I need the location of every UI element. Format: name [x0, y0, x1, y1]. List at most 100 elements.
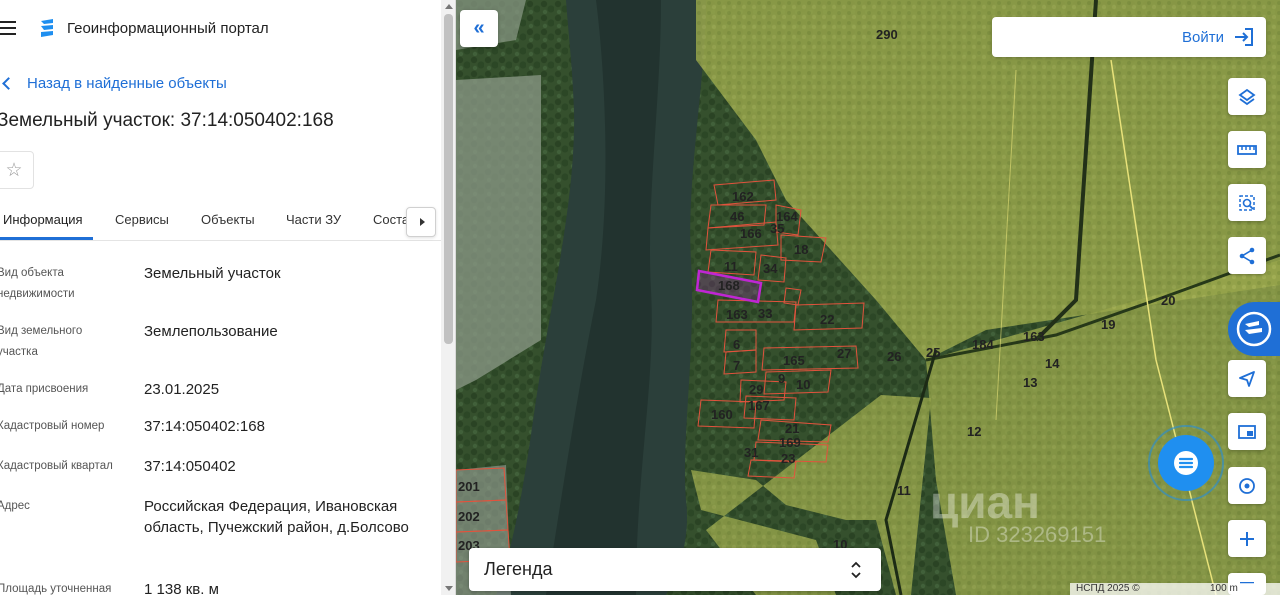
- parcel-label[interactable]: 27: [837, 346, 851, 361]
- scrollbar-thumb[interactable]: [444, 14, 453, 344]
- parcel-label[interactable]: 290: [876, 27, 898, 42]
- parcel-label[interactable]: 26: [887, 349, 901, 364]
- parcel-label[interactable]: 20: [1161, 293, 1175, 308]
- property-label: Вид объекта недвижимости: [0, 267, 75, 300]
- property-value: 23.01.2025: [144, 381, 220, 398]
- tab-objects[interactable]: Объекты: [201, 212, 255, 227]
- tab-services[interactable]: Сервисы: [115, 212, 169, 227]
- parcel-label[interactable]: 19: [1101, 317, 1115, 332]
- parcel-label[interactable]: 166: [740, 226, 762, 241]
- tabs-scroll-right-button[interactable]: [406, 207, 436, 237]
- parcel-label[interactable]: 21: [785, 421, 799, 436]
- scroll-up-icon[interactable]: [445, 4, 453, 9]
- layers-icon: [1238, 88, 1256, 105]
- collapse-panel-button[interactable]: «: [460, 10, 498, 47]
- chevron-right-icon: [419, 218, 425, 226]
- parcel-label[interactable]: 22: [820, 312, 834, 327]
- parcel-label[interactable]: 202: [458, 509, 480, 524]
- parcel-label[interactable]: 167: [748, 398, 770, 413]
- watermark-text: циан: [930, 476, 1040, 528]
- scale-bar: 100 m: [1210, 583, 1238, 594]
- chevron-left-icon: [2, 76, 15, 90]
- parcel-label[interactable]: 18: [794, 242, 808, 257]
- navigate-button[interactable]: [1228, 360, 1266, 397]
- parcel-label[interactable]: 7: [733, 358, 740, 373]
- parcel-label[interactable]: 11: [897, 483, 911, 498]
- parcel-label[interactable]: 10: [796, 377, 810, 392]
- parcel-label[interactable]: 29: [749, 382, 763, 397]
- minimap-icon: [1238, 424, 1256, 439]
- tab-information[interactable]: Информация: [3, 212, 83, 227]
- satellite-map[interactable]: 290 162 46 164 35 166 18 11 34 168 163 3…: [456, 0, 1280, 595]
- parcel-label[interactable]: 163: [1023, 329, 1045, 344]
- parcel-label[interactable]: 13: [1023, 375, 1037, 390]
- parcel-label[interactable]: 160: [711, 407, 733, 422]
- geoportal-logo-icon: [1236, 311, 1272, 347]
- property-label: Кадастровый квартал: [0, 460, 113, 472]
- layers-button[interactable]: [1228, 78, 1266, 115]
- panel-scrollbar[interactable]: [441, 0, 455, 595]
- tab-parts[interactable]: Части ЗУ: [286, 212, 341, 227]
- parcel-label[interactable]: 169: [779, 435, 801, 450]
- attribution-text: НСПД 2025 ©: [1076, 583, 1140, 594]
- parcel-label[interactable]: 12: [967, 424, 981, 439]
- map-attribution: НСПД 2025 © 100 m: [1070, 583, 1280, 595]
- favorite-button[interactable]: ☆: [0, 151, 34, 189]
- active-tab-indicator: [0, 237, 93, 240]
- parcel-label[interactable]: 6: [733, 337, 740, 352]
- map-view[interactable]: 290 162 46 164 35 166 18 11 34 168 163 3…: [456, 0, 1280, 595]
- property-label: Вид земельного участка: [0, 325, 83, 358]
- property-label: Дата присвоения: [0, 383, 89, 395]
- geoportal-widget-button[interactable]: [1228, 302, 1280, 356]
- share-icon: [1239, 247, 1255, 264]
- minimap-button[interactable]: [1228, 413, 1266, 450]
- ruler-icon: [1237, 144, 1257, 155]
- legend-label: Легенда: [484, 559, 553, 579]
- back-to-results-link[interactable]: Назад в найденные объекты: [0, 72, 227, 94]
- parcel-label[interactable]: 168: [718, 278, 740, 293]
- navigate-icon: [1239, 370, 1255, 387]
- star-icon: ☆: [5, 159, 23, 181]
- panel-header: Геоинформационный портал: [0, 14, 441, 44]
- menu-icon[interactable]: [0, 21, 16, 35]
- page-title: Земельный участок: 37:14:050402:168: [0, 110, 334, 131]
- legend-dropdown[interactable]: Легенда: [469, 548, 881, 591]
- tab-bar: Информация Сервисы Объекты Части ЗУ Сост…: [0, 201, 441, 241]
- geolocate-button[interactable]: [1228, 467, 1266, 504]
- scroll-down-icon[interactable]: [445, 586, 453, 591]
- chat-icon: [1174, 451, 1198, 475]
- parcel-label[interactable]: 14: [1045, 356, 1060, 371]
- share-button[interactable]: [1228, 237, 1266, 274]
- parcel-label[interactable]: 184: [972, 337, 994, 352]
- parcel-label[interactable]: 34: [763, 261, 778, 276]
- geolocate-icon: [1239, 477, 1255, 494]
- property-value: Российская Федерация, Ивановская область…: [144, 498, 409, 536]
- parcel-label[interactable]: 31: [744, 445, 758, 460]
- area-select-button[interactable]: [1228, 184, 1266, 221]
- parcel-label[interactable]: 9: [778, 371, 785, 386]
- property-label: Адрес: [0, 500, 30, 512]
- parcel-label[interactable]: 33: [758, 306, 772, 321]
- ruler-button[interactable]: [1228, 131, 1266, 168]
- property-value: 37:14:050402: [144, 458, 236, 475]
- parcel-label[interactable]: 162: [732, 189, 754, 204]
- parcel-label[interactable]: 201: [458, 479, 480, 494]
- tab-composition[interactable]: Соста: [373, 212, 409, 227]
- info-panel: Геоинформационный портал Назад в найденн…: [0, 0, 456, 595]
- parcel-label[interactable]: 165: [783, 353, 805, 368]
- property-value: Землепользование: [144, 323, 278, 340]
- portal-title: Геоинформационный портал: [67, 20, 269, 37]
- parcel-label[interactable]: 23: [781, 451, 795, 466]
- portal-logo-icon: [41, 19, 53, 37]
- login-button[interactable]: Войти: [992, 17, 1266, 57]
- property-value: 1 138 кв. м: [144, 581, 219, 595]
- property-label: Кадастровый номер: [0, 420, 105, 432]
- zoom-in-button[interactable]: [1228, 520, 1266, 557]
- parcel-label[interactable]: 25: [926, 345, 940, 360]
- chat-button[interactable]: [1148, 425, 1224, 501]
- parcel-label[interactable]: 163: [726, 307, 748, 322]
- parcel-label[interactable]: 35: [770, 221, 784, 236]
- parcel-label[interactable]: 11: [724, 259, 738, 274]
- property-value: 37:14:050402:168: [144, 418, 265, 435]
- parcel-label[interactable]: 46: [730, 209, 744, 224]
